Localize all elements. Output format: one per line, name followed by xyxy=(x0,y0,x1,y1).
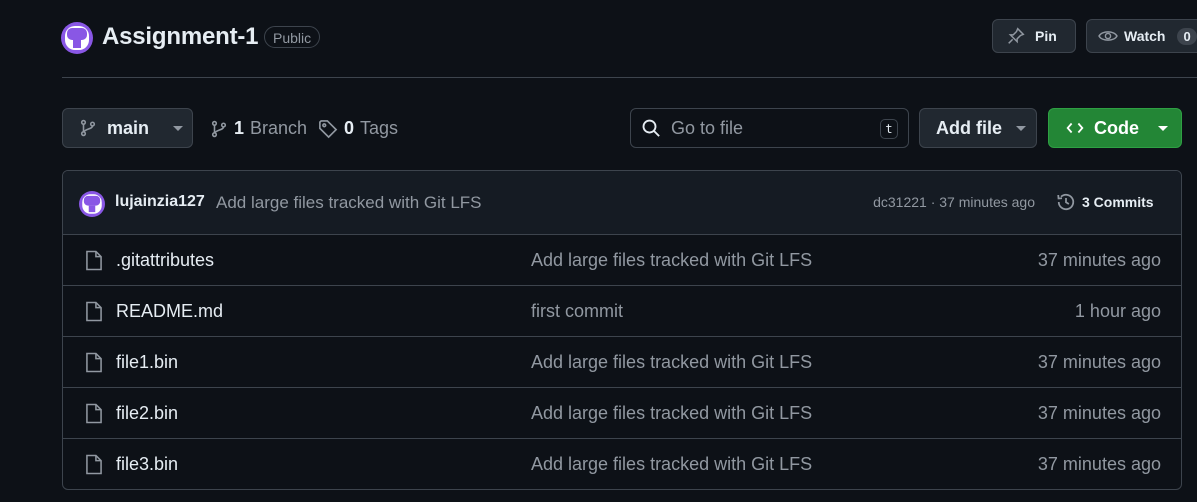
file-commit-message[interactable]: Add large files tracked with Git LFS xyxy=(531,403,812,424)
tag-label: Tags xyxy=(360,118,399,138)
file-icon xyxy=(85,454,103,475)
file-row[interactable]: file3.bin Add large files tracked with G… xyxy=(63,439,1181,489)
file-icon xyxy=(85,301,103,322)
search-placeholder: Go to file xyxy=(671,117,744,138)
file-commit-time: 37 minutes ago xyxy=(1037,250,1161,270)
commit-message[interactable]: Add large files tracked with Git LFS xyxy=(216,193,482,213)
git-branch-icon xyxy=(79,119,97,137)
tag-count: 0 xyxy=(344,118,355,138)
watch-count: 0 xyxy=(1177,27,1197,45)
file-commit-message[interactable]: first commit xyxy=(531,301,623,322)
file-row[interactable]: file1.bin Add large files tracked with G… xyxy=(63,337,1181,388)
tag-icon xyxy=(318,119,338,139)
file-name[interactable]: .gitattributes xyxy=(116,250,214,271)
file-commit-message[interactable]: Add large files tracked with Git LFS xyxy=(531,250,812,271)
file-commit-time: 1 hour ago xyxy=(1074,301,1161,321)
pin-icon xyxy=(1007,27,1025,45)
branch-name: main xyxy=(107,117,150,138)
file-icon xyxy=(85,250,103,271)
add-file-button[interactable]: Add file xyxy=(919,108,1037,148)
chevron-down-icon xyxy=(1158,125,1168,131)
file-name[interactable]: file3.bin xyxy=(116,454,178,475)
watch-button[interactable]: Watch 0 xyxy=(1086,19,1197,53)
code-button[interactable]: Code xyxy=(1048,108,1182,148)
eye-icon xyxy=(1098,27,1118,45)
code-icon xyxy=(1065,119,1085,137)
file-row[interactable]: README.md first commit 1 hour ago xyxy=(63,286,1181,337)
add-file-label: Add file xyxy=(936,117,1002,138)
repo-title[interactable]: Assignment-1 xyxy=(102,23,258,51)
file-name[interactable]: file1.bin xyxy=(116,352,178,373)
author-avatar[interactable] xyxy=(79,191,105,217)
file-row[interactable]: file2.bin Add large files tracked with G… xyxy=(63,388,1181,439)
go-to-file-input[interactable]: Go to file t xyxy=(630,108,909,148)
repo-owner-avatar[interactable] xyxy=(61,22,93,54)
file-commit-time: 37 minutes ago xyxy=(1037,454,1161,474)
file-row[interactable]: .gitattributes Add large files tracked w… xyxy=(63,235,1181,286)
file-commit-message[interactable]: Add large files tracked with Git LFS xyxy=(531,352,812,373)
branch-label: Branch xyxy=(250,118,308,138)
branch-selector[interactable]: main xyxy=(62,108,193,148)
file-commit-time: 37 minutes ago xyxy=(1037,403,1161,423)
latest-commit-bar: lujainzia127 Add large files tracked wit… xyxy=(63,171,1181,235)
file-name[interactable]: file2.bin xyxy=(116,403,178,424)
commits-label: 3 Commits xyxy=(1082,194,1154,210)
tags-link[interactable]: 0 Tags xyxy=(318,118,398,139)
commit-author[interactable]: lujainzia127 xyxy=(115,193,205,211)
branches-link[interactable]: 1 Branch xyxy=(210,118,307,139)
file-commit-time: 37 minutes ago xyxy=(1037,352,1161,372)
commits-link[interactable]: 3 Commits xyxy=(1056,192,1154,212)
watch-label: Watch xyxy=(1124,28,1166,44)
file-table: lujainzia127 Add large files tracked wit… xyxy=(62,170,1182,490)
file-name[interactable]: README.md xyxy=(116,301,223,322)
search-icon xyxy=(641,118,661,138)
file-icon xyxy=(85,352,103,373)
header-divider xyxy=(62,77,1197,78)
visibility-badge: Public xyxy=(264,26,321,48)
chevron-down-icon xyxy=(173,125,184,131)
branch-count: 1 xyxy=(234,118,245,138)
commit-meta[interactable]: dc31221 · 37 minutes ago xyxy=(873,194,1035,210)
code-label: Code xyxy=(1094,117,1139,138)
history-icon xyxy=(1056,192,1076,212)
search-shortcut-key: t xyxy=(880,119,898,139)
file-commit-message[interactable]: Add large files tracked with Git LFS xyxy=(531,454,812,475)
pin-button[interactable]: Pin xyxy=(992,19,1076,53)
file-icon xyxy=(85,403,103,424)
chevron-down-icon xyxy=(1016,125,1026,131)
git-branch-icon xyxy=(210,120,228,138)
pin-label: Pin xyxy=(1035,28,1057,44)
